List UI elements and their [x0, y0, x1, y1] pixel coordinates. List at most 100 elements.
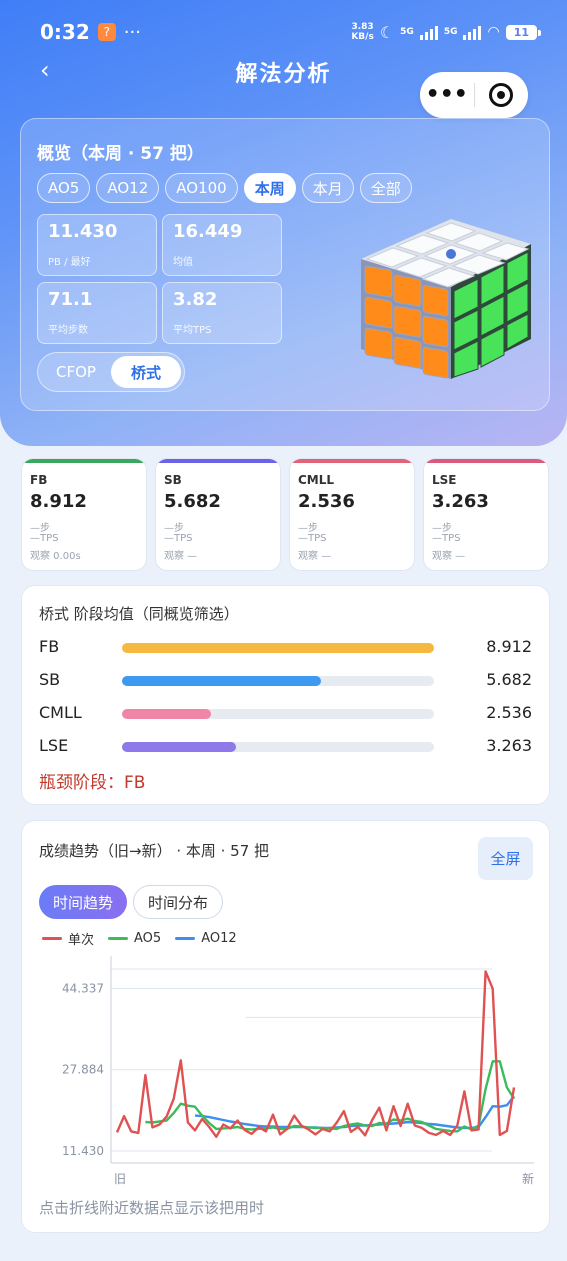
phase-observe: 观察 — — [432, 551, 466, 562]
app-notification-icon: ? — [97, 23, 116, 41]
segment-value: 5.682 — [486, 670, 532, 689]
bottleneck-label: 瓶颈阶段：FB — [39, 773, 146, 793]
segment-value: 3.263 — [486, 736, 532, 755]
segment-name: SB — [39, 670, 61, 689]
segment-track — [122, 742, 434, 752]
y-tick-label: 11.430 — [62, 1144, 104, 1158]
phase-steps: —步 — [30, 523, 50, 534]
chip-ao12[interactable]: AO12 — [96, 173, 160, 203]
status-time: 0:32 — [40, 20, 90, 44]
phase-steps: —步 — [298, 523, 318, 534]
phase-steps: —步 — [164, 523, 184, 534]
phase-observe: 观察 0.00s — [30, 551, 81, 562]
phase-name: CMLL — [298, 473, 335, 487]
status-bar: 0:32 ? ··· 3.83 KB/s ☾ 5G 5G ◠ 11 — [40, 18, 542, 46]
segment-row-lse: LSE 3.263 — [39, 734, 532, 758]
phase-card-cmll[interactable]: CMLL 2.536 —步 —TPS 观察 — — [289, 458, 415, 571]
phase-color-bar — [156, 459, 280, 463]
stat-avg-moves: 71.1 平均步数 — [37, 282, 157, 344]
y-tick-label: 27.884 — [62, 1063, 104, 1077]
close-miniprogram-button[interactable] — [474, 83, 528, 107]
phase-value: 8.912 — [30, 491, 87, 512]
legend-ao5[interactable]: AO5 — [108, 929, 161, 948]
stat-value: 16.449 — [173, 221, 243, 242]
stat-value: 71.1 — [48, 289, 93, 310]
segment-row-fb: FB 8.912 — [39, 635, 532, 659]
legend-single[interactable]: 单次 — [42, 929, 94, 948]
trend-chart[interactable]: 44.337 27.884 11.430 旧 新 — [22, 951, 551, 1191]
segment-track — [122, 643, 434, 653]
net-speed-value: 3.83 — [351, 22, 374, 32]
wifi-icon: ◠ — [487, 24, 500, 40]
battery-icon: 11 — [505, 24, 542, 40]
phase-color-bar — [290, 459, 414, 463]
segment-track — [122, 676, 434, 686]
chart-hint: 点击折线附近数据点显示该把用时 — [39, 1199, 265, 1217]
signal-icon-2 — [463, 24, 482, 40]
net-speed-unit: KB/s — [351, 32, 374, 42]
stat-mean: 16.449 均值 — [162, 214, 282, 276]
tab-time-distribution[interactable]: 时间分布 — [133, 885, 224, 919]
stat-pb: 11.430 PB / 最好 — [37, 214, 157, 276]
status-more-icon: ··· — [123, 21, 141, 43]
method-cfop[interactable]: CFOP — [41, 356, 111, 388]
phase-value: 5.682 — [164, 491, 221, 512]
segment-fill — [122, 676, 322, 686]
phase-observe: 观察 — — [298, 551, 332, 562]
chip-ao5[interactable]: AO5 — [37, 173, 91, 203]
phase-name: FB — [30, 473, 48, 487]
stat-label: PB / 最好 — [48, 257, 91, 268]
stat-label: 均值 — [173, 257, 193, 268]
chip-this-week[interactable]: 本周 — [243, 173, 296, 203]
legend-label: AO12 — [201, 931, 237, 946]
segment-track — [122, 709, 434, 719]
segment-title: 桥式 阶段均值（同概览筛选） — [39, 605, 239, 623]
segment-fill — [122, 742, 237, 752]
phase-card-sb[interactable]: SB 5.682 —步 —TPS 观察 — — [155, 458, 281, 571]
net-speed: 3.83 KB/s — [351, 22, 373, 42]
phase-card-fb[interactable]: FB 8.912 —步 —TPS 观察 0.00s — [21, 458, 147, 571]
fullscreen-button[interactable]: 全屏 — [478, 837, 533, 880]
moon-icon: ☾ — [379, 22, 395, 42]
method-toggle: CFOP 桥式 — [37, 352, 185, 392]
segment-name: LSE — [39, 736, 69, 755]
phase-steps: —步 — [432, 523, 452, 534]
segment-row-sb: SB 5.682 — [39, 668, 532, 692]
overview-title: 概览（本周 · 57 把） — [37, 144, 204, 164]
legend-ao12[interactable]: AO12 — [175, 929, 237, 948]
trend-tabs: 时间趋势 时间分布 — [39, 885, 224, 919]
x-label-old: 旧 — [114, 1172, 126, 1186]
legend-swatch — [175, 937, 196, 940]
x-label-new: 新 — [522, 1171, 534, 1186]
phase-color-bar — [22, 459, 146, 463]
stat-label: 平均TPS — [173, 325, 212, 336]
cube-logo — [446, 249, 456, 259]
overview-card: 概览（本周 · 57 把） AO5 AO12 AO100 本周 本月 全部 11… — [20, 118, 550, 411]
signal-5g-label-2: 5G — [443, 27, 458, 37]
signal-icon — [419, 24, 438, 40]
signal-5g-label: 5G — [400, 27, 414, 37]
range-filter: AO5 AO12 AO100 本周 本月 全部 — [37, 173, 412, 203]
phase-name: SB — [164, 473, 182, 487]
phase-tps: —TPS — [30, 533, 59, 544]
target-icon — [489, 83, 514, 107]
chip-ao100[interactable]: AO100 — [165, 173, 238, 203]
segment-fill — [122, 709, 211, 719]
segment-value: 8.912 — [486, 637, 532, 656]
stat-label: 平均步数 — [48, 325, 88, 336]
tab-time-trend[interactable]: 时间趋势 — [39, 885, 128, 919]
phase-tps: —TPS — [164, 533, 193, 544]
method-roux[interactable]: 桥式 — [111, 356, 181, 388]
phase-card-lse[interactable]: LSE 3.263 —步 —TPS 观察 — — [423, 458, 549, 571]
more-menu-button[interactable]: ••• — [420, 84, 474, 106]
segment-name: CMLL — [39, 703, 82, 722]
legend-swatch — [42, 937, 62, 940]
chip-this-month[interactable]: 本月 — [301, 173, 354, 203]
status-right: 3.83 KB/s ☾ 5G 5G ◠ 11 — [351, 22, 542, 42]
y-tick-label: 44.337 — [62, 981, 104, 995]
segment-value: 2.536 — [486, 703, 532, 722]
phase-color-bar — [424, 459, 548, 463]
phase-value: 3.263 — [432, 491, 489, 512]
phase-value: 2.536 — [298, 491, 355, 512]
stat-avg-tps: 3.82 平均TPS — [162, 282, 282, 344]
